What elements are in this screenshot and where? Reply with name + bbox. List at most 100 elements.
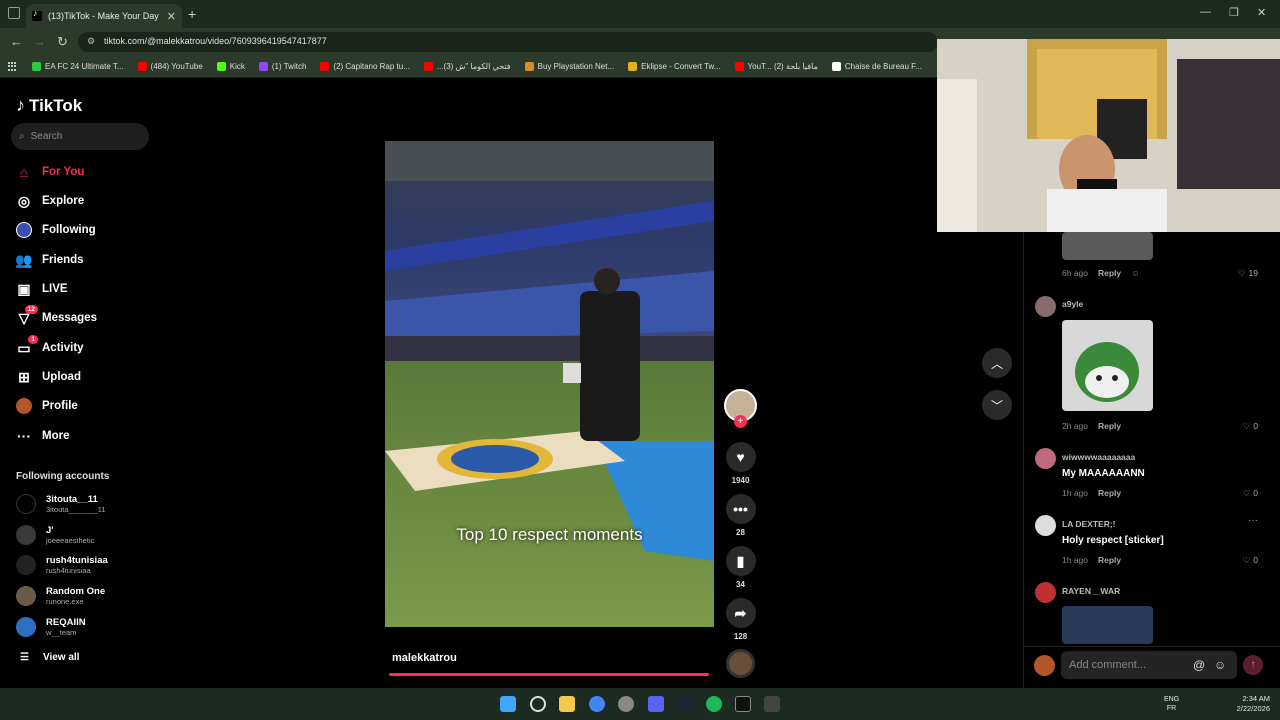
bookmark-item[interactable]: EA FC 24 Ultimate T... <box>32 62 124 71</box>
account-item[interactable]: 3itouta__11 3itouta_______11 <box>16 494 106 514</box>
account-item[interactable]: Random One runone.exe <box>16 586 105 606</box>
post-comment-button[interactable]: ↑ <box>1243 655 1263 675</box>
reply-button[interactable]: Reply <box>1098 555 1121 565</box>
bookmark-item[interactable]: (484) YouTube <box>137 62 203 71</box>
site-info-icon[interactable]: ⚙ <box>87 36 95 47</box>
comment-text: Holy respect [sticker] <box>1062 535 1164 546</box>
nav-more[interactable]: ··· More <box>16 428 69 444</box>
share-count: 128 <box>733 632 748 641</box>
discord-icon[interactable] <box>648 696 664 712</box>
bookmark-item[interactable]: YouT... (2) مافيا بلحة <box>734 62 818 71</box>
app-icon[interactable] <box>764 696 780 712</box>
comment-username[interactable]: wiwwwwaaaaaaaa <box>1062 452 1135 462</box>
comment-username[interactable]: RAYEN__WAR <box>1062 586 1120 596</box>
nav-upload[interactable]: ⊞ Upload <box>16 369 81 385</box>
next-video-button[interactable]: ﹀ <box>982 390 1012 420</box>
bookmark-favicon-icon <box>32 62 41 71</box>
input-language-indicator[interactable]: ENG FR <box>1164 695 1179 713</box>
comment-like[interactable]: ♡ 0 <box>1243 555 1258 566</box>
heart-outline-icon: ♡ <box>1242 488 1251 498</box>
heart-outline-icon: ♡ <box>1237 268 1246 278</box>
following-avatar-icon <box>16 222 32 238</box>
share-button[interactable]: ➦ 128 <box>724 598 757 641</box>
chrome-icon[interactable] <box>589 696 605 712</box>
comment-sticker-image <box>1062 232 1153 260</box>
tiktok-logo[interactable]: ♪ TikTok <box>16 95 82 116</box>
browser-tab[interactable]: (13)TikTok - Make Your Day ✕ <box>26 4 182 28</box>
nav-live[interactable]: ▣ LIVE <box>16 281 67 297</box>
avatar[interactable] <box>1035 296 1056 317</box>
epic-games-icon[interactable] <box>735 696 751 712</box>
bookmark-item[interactable]: Buy Playstation Net... <box>524 62 614 71</box>
nav-explore[interactable]: ◎ Explore <box>16 193 84 209</box>
bookmark-item[interactable]: Kick <box>216 62 245 71</box>
apps-grid-icon[interactable] <box>8 61 18 72</box>
tab-search-icon[interactable] <box>8 7 20 19</box>
url-field[interactable]: tiktok.com/@malekkatrou/video/7609396419… <box>78 32 938 52</box>
nav-profile[interactable]: Profile <box>16 398 78 414</box>
save-button[interactable]: ▮ 34 <box>724 546 757 589</box>
like-button[interactable]: ♥ 1940 <box>724 442 757 485</box>
nav-friends[interactable]: 👥 Friends <box>15 251 83 268</box>
close-tab-icon[interactable]: ✕ <box>167 10 176 23</box>
more-options-icon[interactable]: ··· <box>1248 515 1258 526</box>
bookmark-item[interactable]: ...(3) فتحي الكوما "ش <box>423 62 511 71</box>
maximize-icon[interactable]: ❐ <box>1229 6 1239 19</box>
video-author-name[interactable]: malekkatrou <box>392 652 457 664</box>
comment-like[interactable]: ♡ 0 <box>1243 488 1258 499</box>
bookmark-item[interactable]: Chaise de Bureau F... <box>831 62 922 71</box>
comment-like[interactable]: ♡ 0 <box>1243 421 1258 432</box>
minimize-icon[interactable]: — <box>1200 6 1211 18</box>
emoji-icon[interactable]: ☺ <box>1214 658 1226 672</box>
bookmark-icon: ▮ <box>725 546 756 576</box>
back-icon[interactable]: ← <box>10 34 23 49</box>
account-item[interactable]: REQAIIN w__team <box>16 617 86 637</box>
avatar <box>16 555 36 575</box>
previous-video-button[interactable]: ︿ <box>982 348 1012 378</box>
video-player[interactable]: Top 10 respect moments <box>385 141 714 627</box>
steam-icon[interactable] <box>677 696 693 712</box>
comment-icon: ••• <box>725 494 756 524</box>
settings-app-icon[interactable] <box>618 696 634 712</box>
reply-button[interactable]: Reply <box>1098 268 1121 278</box>
windows-start-icon[interactable] <box>500 696 516 712</box>
comment-username[interactable]: a9yle <box>1062 299 1083 309</box>
account-item[interactable]: J' joeeeaesthetic <box>16 525 94 545</box>
follow-plus-icon[interactable]: + <box>734 415 747 428</box>
avatar[interactable] <box>1035 515 1056 536</box>
comment-username[interactable]: LA DEXTER;! <box>1062 519 1116 529</box>
system-clock[interactable]: 2:34 AM 2/22/2026 <box>1237 694 1270 714</box>
bookmark-item[interactable]: Eklipse - Convert Tw... <box>628 62 721 71</box>
reload-icon[interactable]: ↻ <box>57 34 68 50</box>
bookmark-item[interactable]: (1) Twitch <box>258 62 306 71</box>
reply-button[interactable]: Reply <box>1098 421 1121 431</box>
avatar[interactable] <box>1035 448 1056 469</box>
nav-following[interactable]: Following <box>16 222 96 238</box>
youtube-icon <box>320 62 330 71</box>
spotify-icon[interactable] <box>706 696 722 712</box>
webcam-image <box>937 39 1280 232</box>
new-tab-button[interactable]: + <box>188 6 196 22</box>
nav-messages[interactable]: ▽ 12 Messages <box>16 305 97 326</box>
file-explorer-icon[interactable] <box>559 696 575 712</box>
search-input[interactable]: ⌕ Search <box>11 123 149 150</box>
window-close-icon[interactable]: ✕ <box>1257 6 1266 19</box>
friends-icon: 👥 <box>15 251 33 268</box>
reply-button[interactable]: Reply <box>1098 488 1121 498</box>
account-item[interactable]: rush4tunisiaa rush4tunisiaa <box>16 555 108 575</box>
comment-input[interactable] <box>1061 651 1237 679</box>
nav-for-you[interactable]: ⌂ For You <box>16 164 85 180</box>
music-disc-avatar[interactable] <box>726 649 755 678</box>
mention-icon[interactable]: @ <box>1193 658 1205 672</box>
comment-count: 28 <box>736 528 745 537</box>
comment-like[interactable]: ♡ 19 <box>1238 268 1258 279</box>
avatar[interactable] <box>1035 582 1056 603</box>
search-icon[interactable] <box>530 696 546 712</box>
bookmark-item[interactable]: (2) Capitano Rap tu... <box>320 62 410 71</box>
view-all-link[interactable]: ☰ View all <box>20 652 79 663</box>
comment-button[interactable]: ••• 28 <box>724 494 757 537</box>
share-icon: ➦ <box>725 598 756 628</box>
video-progress-bar[interactable] <box>389 673 709 676</box>
forward-icon[interactable]: → <box>33 34 46 49</box>
nav-activity[interactable]: ▭ 1 Activity <box>16 335 84 356</box>
